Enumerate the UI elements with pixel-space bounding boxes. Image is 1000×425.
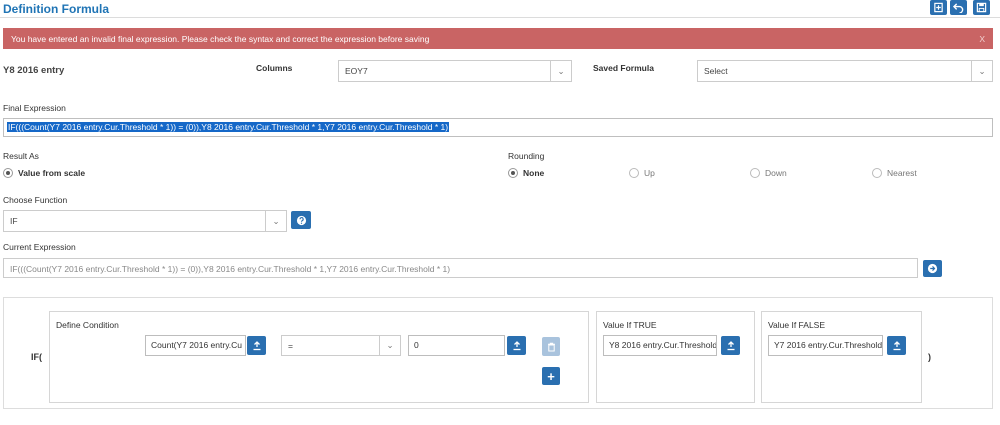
saved-formula-select[interactable]: Select ⌄ (697, 60, 993, 82)
save-button[interactable] (973, 0, 990, 15)
upload-icon (727, 340, 734, 350)
current-expression-label: Current Expression (3, 242, 76, 252)
radio-button-icon (629, 168, 639, 178)
arrow-right-circle-icon (927, 263, 938, 274)
condition-left-insert-button[interactable] (247, 336, 266, 355)
upload-icon (253, 340, 260, 350)
saved-formula-value: Select (704, 66, 728, 76)
operator-value: = (288, 341, 293, 351)
value-if-false-label: Value If FALSE (768, 320, 826, 330)
page-title: Definition Formula (3, 2, 109, 16)
value-if-false-input[interactable]: Y7 2016 entry.Cur.Threshold (768, 335, 883, 356)
choose-function-label: Choose Function (3, 195, 68, 205)
radio-button-icon (872, 168, 882, 178)
upload-icon (513, 340, 520, 350)
radio-rounding-down[interactable]: Down (750, 168, 787, 178)
help-button[interactable] (291, 211, 311, 229)
upload-icon (893, 340, 900, 350)
add-button[interactable] (930, 0, 947, 15)
save-icon (976, 2, 987, 13)
error-alert: You have entered an invalid final expres… (3, 28, 993, 49)
current-expression-input[interactable]: IF(((Count(Y7 2016 entry.Cur.Threshold *… (3, 258, 918, 278)
plus-icon: + (547, 368, 555, 384)
result-as-label: Result As (3, 151, 39, 161)
radio-rounding-up[interactable]: Up (629, 168, 655, 178)
radio-label: Value from scale (18, 168, 86, 178)
radio-rounding-none[interactable]: None (508, 168, 544, 178)
entity-name: Y8 2016 entry (3, 65, 65, 76)
condition-right-insert-button[interactable] (507, 336, 526, 355)
condition-right-input[interactable]: 0 (408, 335, 505, 356)
radio-label: Down (765, 168, 787, 178)
chevron-down-icon: ⌄ (971, 61, 992, 81)
delete-condition-button[interactable] (542, 337, 560, 356)
radio-rounding-nearest[interactable]: Nearest (872, 168, 917, 178)
function-select[interactable]: IF ⌄ (3, 210, 287, 232)
define-condition-label: Define Condition (56, 320, 119, 330)
saved-formula-label: Saved Formula (593, 63, 654, 73)
if-close-label: ) (928, 352, 931, 362)
final-expression-input[interactable]: IF(((Count(Y7 2016 entry.Cur.Threshold *… (3, 118, 993, 137)
radio-button-icon (508, 168, 518, 178)
add-icon (934, 2, 943, 13)
radio-button-icon (750, 168, 760, 178)
if-open-label: IF( (31, 352, 42, 362)
final-expression-label: Final Expression (3, 103, 66, 113)
alert-close-button[interactable]: X (979, 34, 985, 44)
value-if-true-label: Value If TRUE (603, 320, 657, 330)
radio-label: Up (644, 168, 655, 178)
condition-left-input[interactable]: Count(Y7 2016 entry.Cu (145, 335, 246, 356)
value-false-insert-button[interactable] (887, 336, 906, 355)
apply-expression-button[interactable] (923, 260, 942, 277)
alert-message: You have entered an invalid final expres… (11, 34, 430, 44)
condition-operator-select[interactable]: = ⌄ (281, 335, 401, 356)
question-icon (296, 215, 306, 225)
columns-label: Columns (256, 63, 293, 73)
chevron-down-icon: ⌄ (550, 61, 571, 81)
function-value: IF (10, 216, 18, 226)
radio-label: None (523, 168, 545, 178)
radio-value-from-scale[interactable]: Value from scale (3, 168, 85, 178)
radio-button-icon (3, 168, 13, 178)
radio-label: Nearest (887, 168, 917, 178)
trash-icon (547, 342, 555, 351)
chevron-down-icon: ⌄ (379, 336, 400, 355)
chevron-down-icon: ⌄ (265, 211, 286, 231)
final-expression-text: IF(((Count(Y7 2016 entry.Cur.Threshold *… (7, 122, 450, 132)
undo-button[interactable] (950, 0, 967, 15)
value-if-true-input[interactable]: Y8 2016 entry.Cur.Threshold (603, 335, 717, 356)
columns-select[interactable]: EOY7 ⌄ (338, 60, 572, 82)
rounding-label: Rounding (508, 151, 545, 161)
title-divider (0, 17, 1000, 18)
columns-value: EOY7 (345, 66, 368, 76)
add-condition-button[interactable]: + (542, 367, 560, 385)
value-true-insert-button[interactable] (721, 336, 740, 355)
undo-icon (953, 3, 964, 13)
define-condition-box (49, 311, 589, 403)
